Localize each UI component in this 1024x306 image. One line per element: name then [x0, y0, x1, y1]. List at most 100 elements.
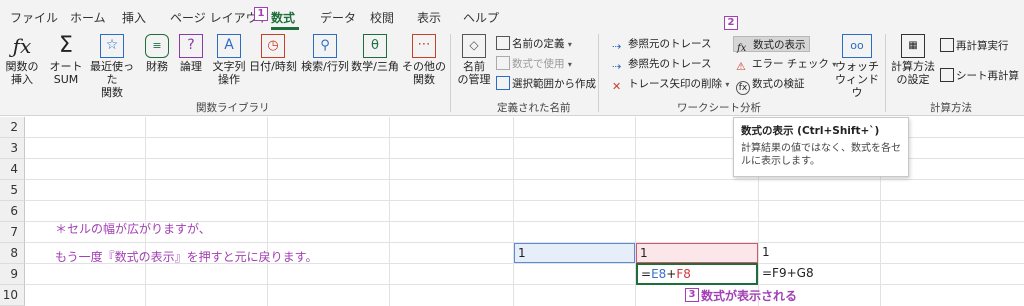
watch-window-label: ウォッチ ウィンドウ — [835, 60, 879, 99]
row-header[interactable]: 8 — [0, 243, 25, 264]
grid-line — [513, 117, 514, 306]
remove-arrows-label: トレース矢印の削除 — [628, 78, 722, 90]
cell-e8[interactable]: 1 — [514, 243, 635, 263]
calculation-options-button[interactable]: ▦ 計算方法 の設定 — [890, 34, 936, 86]
grid-line — [267, 117, 268, 306]
more-dots-icon: ⋯ — [412, 34, 436, 58]
show-formulas-button[interactable]: fx 数式の表示 — [733, 36, 810, 54]
define-name-button[interactable]: 名前の定義 ▾ — [496, 36, 572, 52]
row-header[interactable]: 7 — [0, 222, 25, 243]
sigma-icon: Σ — [59, 33, 73, 58]
error-checking-label: エラー チェック — [752, 58, 829, 70]
annotation-marker-3: 3 — [685, 288, 699, 302]
trace-precedents-button[interactable]: ⇢ 参照元のトレース — [612, 36, 712, 53]
group-label-calculation: 計算方法 — [930, 102, 972, 114]
calculation-options-label: 計算方法 の設定 — [891, 60, 935, 86]
text-button[interactable]: A 文字列 操作 — [212, 34, 246, 86]
use-in-formula-label: 数式で使用 — [512, 58, 565, 70]
grid-icon — [496, 76, 510, 90]
text-label: 文字列 操作 — [212, 60, 246, 86]
row-header[interactable]: 5 — [0, 180, 25, 201]
tab-help[interactable]: ヘルプ — [463, 9, 499, 26]
row-header[interactable]: 10 — [0, 285, 25, 306]
error-checking-button[interactable]: ⚠ エラー チェック ▾ — [736, 56, 836, 73]
formula-equals: = — [641, 267, 652, 281]
use-in-formula-button[interactable]: 数式で使用 ▾ — [496, 56, 572, 72]
row-header[interactable]: 3 — [0, 138, 25, 159]
ribbon-tab-bar: ファイル ホーム 挿入 ページ レイアウト 1 数式 データ 校閲 表示 ヘルプ — [0, 0, 1024, 30]
calculate-now-button[interactable]: 再計算実行 — [940, 38, 1009, 54]
tab-file[interactable]: ファイル — [10, 9, 58, 26]
formula-ref-f8: F8 — [676, 267, 691, 281]
fx-icon: ƒx — [12, 34, 32, 58]
tab-home[interactable]: ホーム — [70, 9, 106, 26]
define-name-label: 名前の定義 — [512, 38, 565, 50]
recently-used-button[interactable]: ☆ 最近使った 関数 — [86, 34, 138, 99]
calculate-sheet-button[interactable]: シート再計算 — [940, 68, 1019, 84]
trace-precedents-label: 参照元のトレース — [628, 38, 712, 50]
tab-view[interactable]: 表示 — [417, 9, 441, 26]
evaluate-formula-button[interactable]: fx 数式の検証 — [736, 76, 805, 95]
autosum-button[interactable]: Σ オート SUM — [48, 33, 84, 87]
group-label-formula-auditing: ワークシート分析 — [677, 102, 761, 114]
tab-data[interactable]: データ — [320, 9, 356, 26]
show-formulas-label: 数式の表示 — [753, 39, 806, 51]
tooltip-title: 数式の表示 (Ctrl+Shift+`) — [741, 125, 880, 137]
question-icon: ? — [179, 34, 203, 58]
cell-g8[interactable]: 1 — [759, 243, 880, 263]
calculate-sheet-label: シート再計算 — [956, 70, 1019, 82]
annotation-caption: 数式が表示される — [701, 289, 798, 303]
trace-dependents-label: 参照先のトレース — [628, 58, 712, 70]
lookup-button[interactable]: ⚲ 検索/行列 — [300, 34, 350, 73]
trace-arrow-icon: ⇢ — [612, 60, 622, 73]
calculator-icon: ▦ — [901, 34, 925, 58]
cell-g9[interactable]: =F9+G8 — [759, 264, 880, 284]
cell-g9-formula: =F9+G8 — [762, 266, 814, 280]
remove-arrows-button[interactable]: ✕ トレース矢印の削除 ▾ — [612, 76, 729, 93]
group-label-defined-names: 定義された名前 — [497, 102, 571, 114]
logical-label: 論理 — [180, 60, 202, 73]
ribbon: ƒx 関数の 挿入 Σ オート SUM ☆ 最近使った 関数 ≡ 財務 ? 論理… — [0, 16, 1024, 116]
star-icon: ☆ — [100, 34, 124, 58]
show-formulas-tooltip: 数式の表示 (Ctrl+Shift+`) 計算結果の値ではなく、数式を各セルに表… — [733, 117, 909, 177]
trace-dependents-button[interactable]: ⇢ 参照先のトレース — [612, 56, 712, 73]
math-button[interactable]: θ 数学/三角 — [350, 34, 400, 73]
tab-review[interactable]: 校閲 — [370, 9, 394, 26]
evaluate-formula-label: 数式の検証 — [752, 78, 805, 90]
math-label: 数学/三角 — [351, 60, 399, 73]
cell-g8-value: 1 — [762, 245, 770, 259]
remove-arrows-icon: ✕ — [612, 80, 622, 93]
tab-insert[interactable]: 挿入 — [122, 9, 146, 26]
create-from-selection-button[interactable]: 選択範囲から作成 — [496, 76, 596, 92]
watch-window-button[interactable]: oo ウォッチ ウィンドウ — [834, 34, 880, 99]
row-header[interactable]: 2 — [0, 117, 25, 138]
row-header[interactable]: 9 — [0, 264, 25, 285]
logical-button[interactable]: ? 論理 — [176, 34, 206, 73]
insert-function-label: 関数の 挿入 — [5, 60, 39, 86]
theta-icon: θ — [363, 34, 387, 58]
trace-arrow-icon: ⇢ — [612, 40, 622, 53]
cell-f8[interactable]: 1 — [636, 243, 758, 263]
row-header[interactable]: 4 — [0, 159, 25, 180]
show-formulas-icon: fx — [737, 43, 747, 54]
calculate-now-label: 再計算実行 — [956, 40, 1009, 52]
insert-function-button[interactable]: ƒx 関数の 挿入 — [4, 34, 40, 86]
group-label-function-library: 関数ライブラリ — [196, 102, 270, 114]
evaluate-icon: fx — [736, 81, 750, 95]
calculator-icon — [940, 38, 954, 52]
cell-f9[interactable]: =E8+F8 — [636, 263, 758, 285]
row-header[interactable]: 6 — [0, 201, 25, 222]
more-functions-button[interactable]: ⋯ その他の 関数 — [402, 34, 446, 86]
clock-icon: ◷ — [261, 34, 285, 58]
grid-line — [145, 117, 146, 306]
financial-button[interactable]: ≡ 財務 — [142, 34, 172, 73]
grid-line — [25, 179, 1024, 180]
group-separator — [450, 34, 451, 112]
cell-f8-value: 1 — [640, 246, 648, 260]
tab-formulas[interactable]: 数式 — [271, 9, 295, 26]
formula-plus: + — [666, 267, 677, 281]
datetime-button[interactable]: ◷ 日付/時刻 — [248, 34, 298, 73]
database-icon: ≡ — [145, 34, 169, 58]
create-from-selection-label: 選択範囲から作成 — [512, 78, 596, 90]
name-manager-button[interactable]: ◇ 名前 の管理 — [456, 34, 492, 86]
